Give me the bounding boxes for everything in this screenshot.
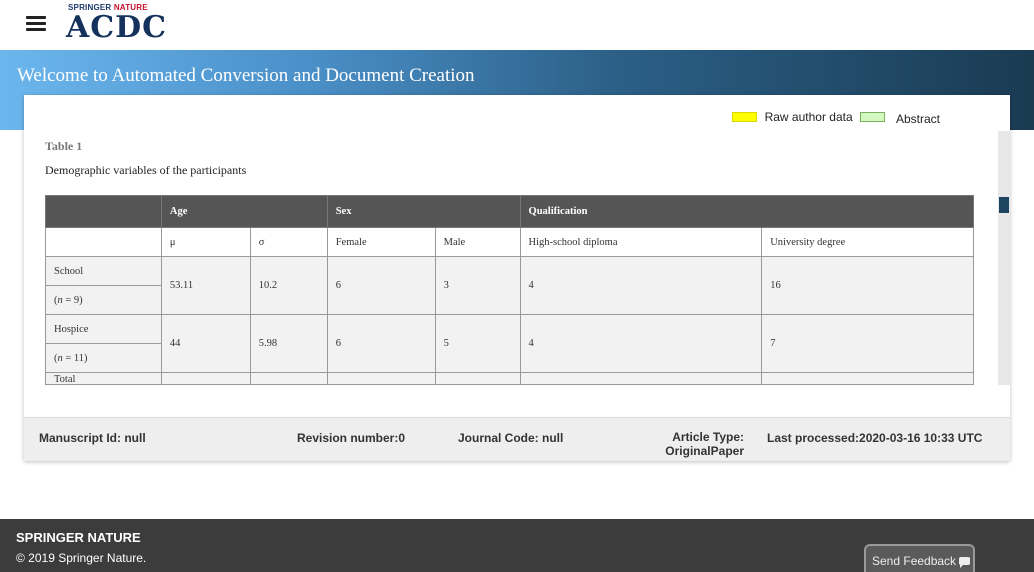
header-empty [45,195,162,228]
table-cell: 5.98 [249,314,328,373]
banner-title: Welcome to Automated Conversion and Docu… [17,65,475,86]
scrollbar-thumb[interactable] [999,197,1009,213]
row-name: Total [45,372,162,385]
table-cell [160,372,251,385]
table-cell: 4 [519,314,763,373]
table-row: Hospice 44 5.98 6 5 4 7 [45,314,974,373]
row-name: Hospice [45,314,162,344]
subheader-male: Male [434,227,521,257]
article-type: Article Type: OriginalPaper [665,430,744,458]
subheader-female: Female [326,227,436,257]
table-cell: 16 [761,256,974,315]
manuscript-id: Manuscript Id: null [39,431,146,445]
last-processed: Last processed:2020-03-16 10:33 UTC [767,431,983,445]
top-header: SPRINGER NATURE ACDC [0,0,1034,50]
document-content[interactable]: Table 1 Demographic variables of the par… [24,131,1010,385]
table-cell: 44 [160,314,251,373]
subheader-sigma: σ [249,227,328,257]
footer-brand: SPRINGER NATURE [16,530,141,545]
revision-number: Revision number:0 [297,431,406,445]
send-feedback-button[interactable]: Send Feedback [864,544,975,572]
journal-code: Journal Code: null [458,431,564,445]
table-cell [519,372,763,385]
abstract-label: Abstract [895,111,940,126]
table-cell: 4 [519,256,763,315]
subheader-mu: μ [160,227,251,257]
table-cell: 7 [761,314,974,373]
header-age: Age [160,195,328,228]
table-cell: 3 [434,256,521,315]
table-cell: 10.2 [249,256,328,315]
header-sex: Sex [326,195,521,228]
row-n-label: (n = 9) [45,285,162,315]
document-card: Raw author data Abstract Table 1 Demogra… [24,95,1010,461]
table-cell: 6 [326,256,436,315]
table-caption: Demographic variables of the participant… [45,163,247,177]
abstract-swatch [859,111,885,122]
row-n-label: (n = 11) [45,343,162,373]
header-qualification: Qualification [519,195,975,228]
table-cell [249,372,328,385]
table-cell [761,372,974,385]
acdc-logo[interactable]: ACDC [66,10,167,45]
table-cell: 53.11 [160,256,251,315]
table-label: Table 1 [45,139,83,153]
hamburger-menu-icon[interactable] [26,16,46,32]
raw-author-data-swatch [731,111,757,122]
subheader-university: University degree [761,227,974,257]
row-name: School [45,256,162,286]
highlight-legend: Raw author data Abstract [731,109,944,126]
table-cell: 6 [326,314,436,373]
footer-copyright: © 2019 Springer Nature. [16,551,147,565]
table-row-partial: Total [45,372,974,385]
raw-author-data-label: Raw author data [764,109,853,124]
demographics-table: Age Sex Qualification μ σ Female Male Hi… [45,195,975,385]
page-footer: SPRINGER NATURE © 2019 Springer Nature. … [0,519,1034,572]
subheader-empty [45,227,162,257]
manuscript-info-bar: Manuscript Id: null Revision number:0 Jo… [24,417,1010,461]
vertical-scrollbar[interactable] [998,131,1010,385]
table-row: School 53.11 10.2 6 3 4 16 [45,256,974,315]
table-cell [434,372,521,385]
table-cell [326,372,436,385]
chat-bubble-icon [959,557,971,568]
table-cell: 5 [434,314,521,373]
subheader-high-school: High-school diploma [519,227,763,257]
